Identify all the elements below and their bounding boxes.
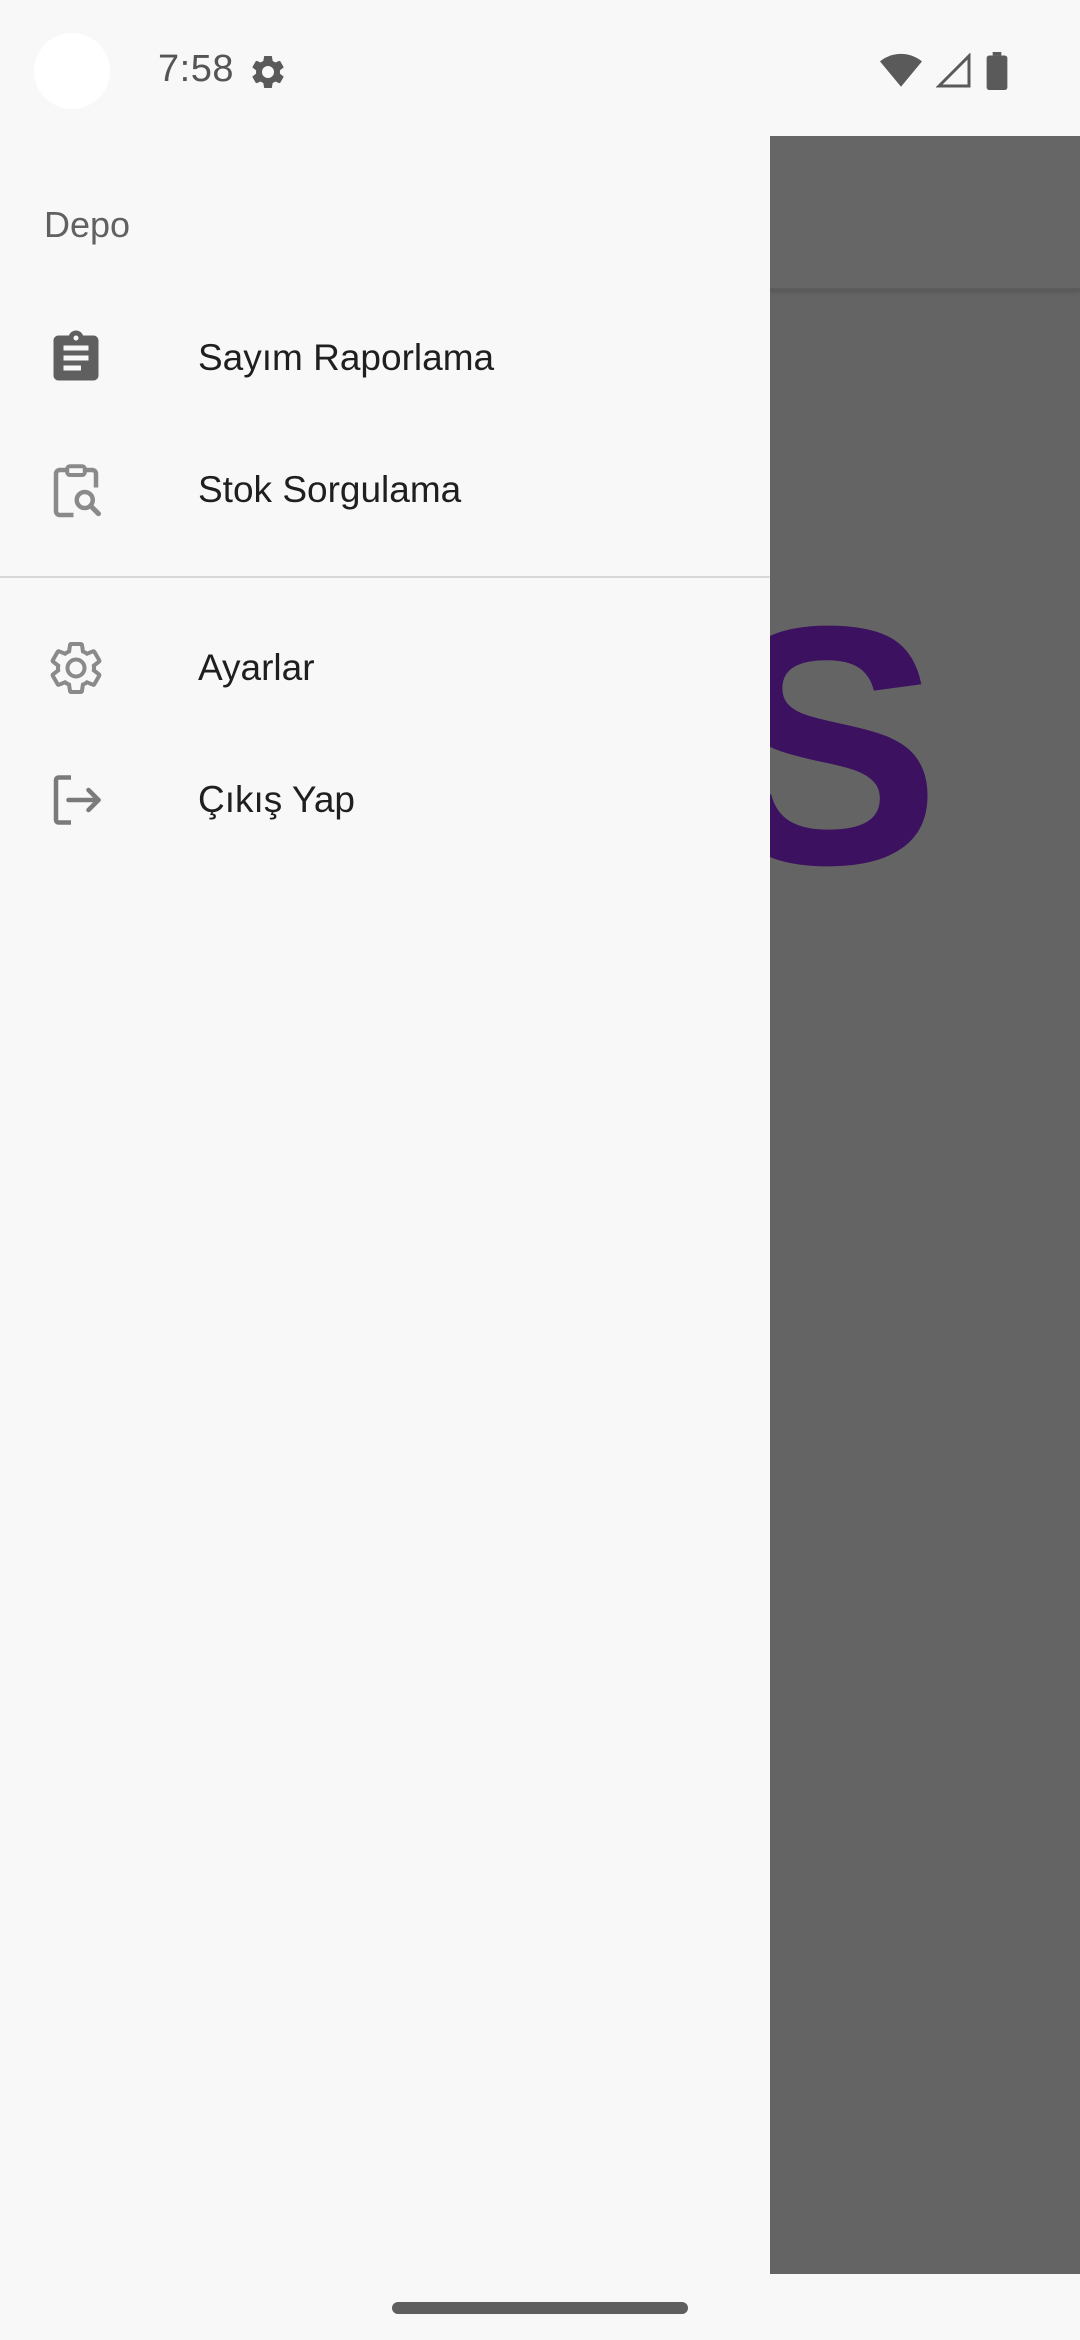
- nav-item-stok-sorgulama[interactable]: Stok Sorgulama: [0, 426, 770, 554]
- drawer-header: Depo: [44, 204, 131, 245]
- nav-item-label: Sayım Raporlama: [198, 337, 495, 378]
- status-time: 7:58: [158, 48, 234, 90]
- cellular-signal-icon: [936, 53, 971, 88]
- gesture-navigation-bar[interactable]: [392, 2302, 688, 2314]
- clipboard-report-icon: [44, 326, 108, 390]
- app-logo: S: [770, 556, 941, 936]
- battery-icon: [986, 52, 1008, 90]
- status-icons: [880, 52, 1008, 90]
- status-bar: 7:58: [0, 0, 1080, 136]
- logout-icon: [44, 768, 108, 832]
- clipboard-search-icon: [44, 458, 108, 522]
- nav-item-label: Ayarlar: [198, 647, 315, 688]
- nav-item-ayarlar[interactable]: Ayarlar: [0, 604, 770, 732]
- settings-gear-icon: [252, 55, 284, 88]
- phone-screen: 7:58 S Depo Sayım Raporlama Stok Sorgula…: [0, 0, 1080, 2340]
- nav-item-label: Stok Sorgulama: [198, 469, 462, 510]
- app-toolbar: [770, 136, 1080, 290]
- nav-item-sayim-raporlama[interactable]: Sayım Raporlama: [0, 294, 770, 422]
- nav-item-label: Çıkış Yap: [198, 779, 355, 820]
- app-background-scrim[interactable]: S: [770, 136, 1080, 2274]
- settings-gear-icon: [44, 636, 108, 700]
- drawer-divider: [0, 576, 770, 578]
- wifi-icon: [880, 53, 922, 87]
- nav-item-cikis-yap[interactable]: Çıkış Yap: [0, 736, 770, 864]
- camera-cutout: [34, 33, 110, 109]
- navigation-drawer: Depo Sayım Raporlama Stok Sorgulama Ayar…: [0, 0, 770, 2340]
